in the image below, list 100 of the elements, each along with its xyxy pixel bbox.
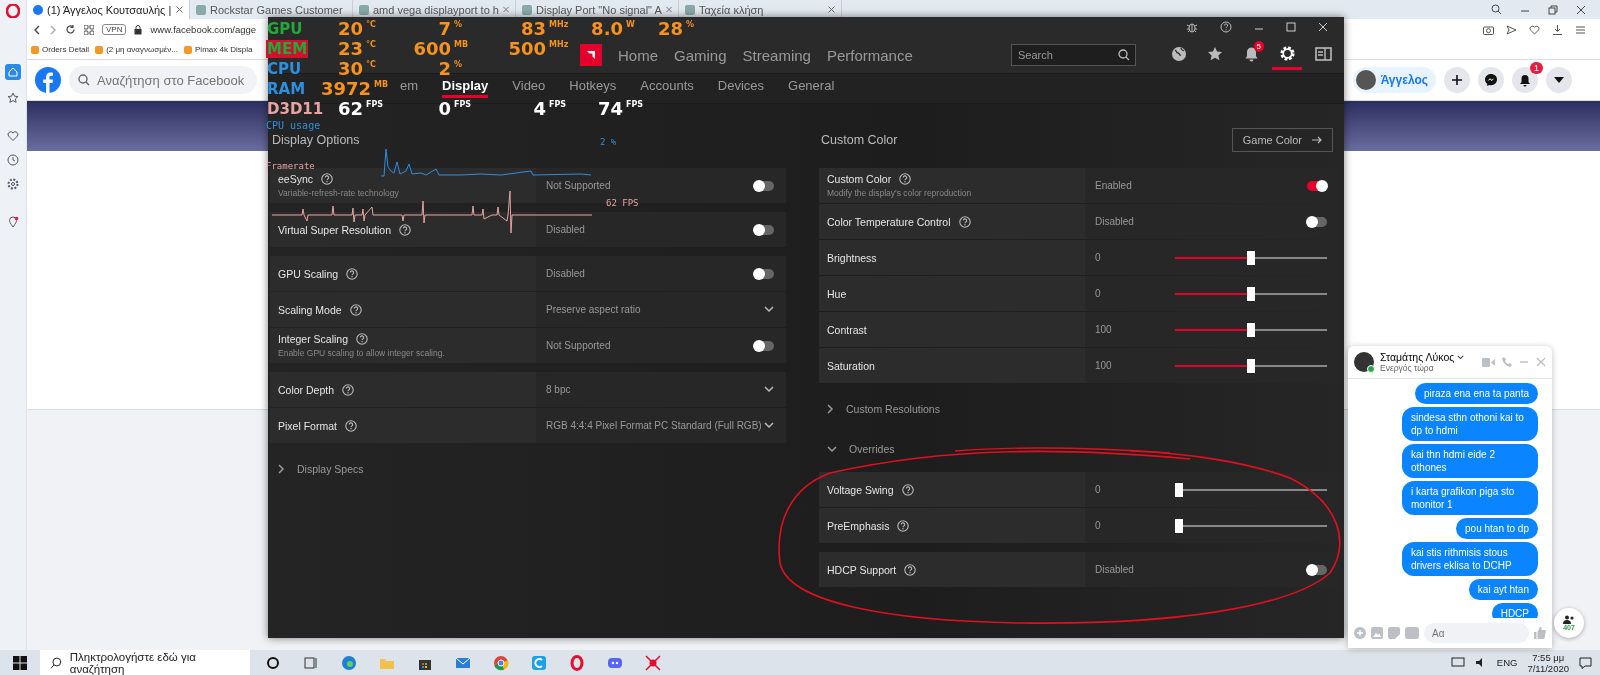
network-icon[interactable]: [1450, 657, 1465, 668]
search-field[interactable]: Αναζήτηση στο Facebook: [69, 66, 257, 94]
maximize-icon[interactable]: [1286, 22, 1296, 32]
value-text: 0: [1095, 288, 1102, 299]
overlay-label: MEM: [266, 40, 309, 58]
section-toggle[interactable]: Overrides: [819, 432, 1339, 466]
help-icon[interactable]: [1220, 21, 1232, 33]
bookmark-link[interactable]: (2 μη αναγνωσμέν...: [95, 45, 179, 54]
heart-icon[interactable]: [1529, 24, 1540, 35]
dropdown[interactable]: Preserve aspect ratio: [546, 304, 774, 315]
overlay-value: 28: [656, 19, 683, 39]
heart-icon[interactable]: [7, 130, 19, 142]
send-icon[interactable]: [1506, 24, 1517, 35]
slider-thumb[interactable]: [1247, 358, 1255, 373]
address-text[interactable]: www.facebook.com/agge: [150, 24, 257, 35]
nav-tab[interactable]: Home: [618, 46, 658, 64]
profile-button[interactable]: Άγγελος: [1352, 67, 1436, 93]
bell-button[interactable]: 5: [1236, 40, 1266, 70]
settings-tab[interactable]: Display: [442, 75, 489, 98]
help-icon[interactable]: [899, 173, 912, 185]
close-tab-icon[interactable]: [828, 6, 835, 13]
overlay-value: 500: [507, 39, 546, 59]
close-tab-icon[interactable]: [176, 6, 183, 13]
opera-logo-icon[interactable]: [6, 4, 20, 18]
language-indicator[interactable]: ENG: [1496, 657, 1518, 668]
settings-tab[interactable]: Accounts: [640, 75, 694, 98]
setting-label: PreEmphasis: [827, 519, 890, 532]
slider-thumb[interactable]: [1175, 518, 1183, 533]
section-toggle[interactable]: Custom Resolutions: [819, 392, 1339, 426]
camera-icon[interactable]: [1483, 24, 1494, 35]
settings-tab[interactable]: Video: [512, 75, 546, 98]
settings-icon[interactable]: [7, 178, 19, 190]
toggle-switch[interactable]: [754, 340, 774, 351]
download-icon[interactable]: [1552, 24, 1563, 35]
slider-thumb[interactable]: [1247, 250, 1255, 265]
restore-icon[interactable]: [1548, 4, 1558, 15]
help-icon[interactable]: [356, 333, 369, 345]
help-icon[interactable]: [349, 303, 362, 316]
nav-tab[interactable]: Streaming: [742, 46, 811, 64]
toggle-switch[interactable]: [1307, 564, 1327, 575]
chevron-down-icon: [764, 422, 774, 429]
bug-icon[interactable]: [1186, 21, 1198, 33]
help-icon[interactable]: [901, 483, 914, 496]
help-icon[interactable]: [399, 223, 412, 236]
search-field[interactable]: Search: [1011, 44, 1136, 66]
clock[interactable]: 7:55 μμ 7/11/2020: [1527, 651, 1569, 674]
notifications-icon[interactable]: [1579, 656, 1592, 669]
close-icon[interactable]: [1576, 4, 1586, 15]
taskbar-search-field[interactable]: Πληκτρολογήστε εδώ για αναζήτηση: [40, 650, 250, 675]
message-input[interactable]: Αα: [1424, 623, 1529, 643]
star-icon[interactable]: [7, 92, 19, 104]
facebook-logo-icon[interactable]: [35, 67, 61, 93]
browser-tab[interactable]: (1) Άγγελος Κουτσαυλής |: [27, 0, 190, 19]
lock-icon: [134, 24, 143, 35]
vpn-badge[interactable]: VPN: [102, 24, 127, 35]
clock-icon[interactable]: [7, 154, 19, 166]
sliders-icon[interactable]: [1575, 24, 1586, 35]
messenger-button[interactable]: [1478, 67, 1504, 93]
overlay-unit: °C: [365, 19, 377, 31]
help-icon[interactable]: [342, 383, 355, 396]
settings-tab[interactable]: em: [400, 75, 419, 98]
help-icon[interactable]: [897, 519, 910, 532]
contact-name[interactable]: Σταμάτης Λύκος: [1380, 351, 1455, 363]
search-icon[interactable]: [1491, 4, 1502, 15]
help-icon[interactable]: [321, 173, 334, 185]
slider-thumb[interactable]: [1175, 482, 1183, 497]
toggle-switch[interactable]: [754, 224, 774, 235]
help-icon[interactable]: [346, 267, 359, 280]
home-icon[interactable]: [5, 64, 21, 80]
help-icon[interactable]: [344, 419, 357, 432]
grid-icon[interactable]: [84, 24, 94, 35]
back-icon[interactable]: [33, 24, 41, 35]
account-menu-button[interactable]: [1546, 67, 1572, 93]
message-bubble: sindesa sthn othoni kai to dp to hdmi: [1402, 407, 1538, 441]
section-toggle[interactable]: Display Specs: [270, 452, 786, 486]
close-tab-icon[interactable]: [502, 6, 509, 13]
reload-icon[interactable]: [65, 24, 76, 35]
bookmark-link[interactable]: Orders Detail: [31, 45, 90, 54]
game-color-button[interactable]: Game Color: [1231, 128, 1333, 152]
overlay-value: 30: [336, 59, 363, 79]
nav-tab[interactable]: Performance: [826, 46, 913, 64]
amd-logo-icon[interactable]: [580, 44, 602, 66]
location-icon[interactable]: [7, 216, 19, 228]
help-icon[interactable]: [958, 215, 971, 228]
toggle-switch[interactable]: [754, 180, 774, 191]
setting-description: Modify the display's color reproduction: [827, 188, 973, 198]
nav-tab[interactable]: Gaming: [674, 46, 727, 64]
notifications-button[interactable]: [1512, 67, 1538, 93]
settings-tab[interactable]: Devices: [717, 75, 765, 98]
help-icon[interactable]: [904, 563, 917, 576]
slider-thumb[interactable]: [1247, 286, 1255, 301]
section-title: Custom Color: [820, 133, 898, 147]
toggle-switch[interactable]: [754, 268, 774, 279]
create-button[interactable]: [1444, 67, 1470, 93]
settings-tab[interactable]: General: [788, 75, 835, 98]
dropdown[interactable]: 8 bpc: [546, 384, 774, 395]
settings-tab[interactable]: Hotkeys: [569, 75, 617, 98]
slider-thumb[interactable]: [1247, 322, 1255, 337]
dropdown[interactable]: RGB 4:4:4 Pixel Format PC Standard (Full RGB): [546, 420, 774, 431]
bookmark-link[interactable]: Pimax 4k Displa: [184, 45, 253, 54]
